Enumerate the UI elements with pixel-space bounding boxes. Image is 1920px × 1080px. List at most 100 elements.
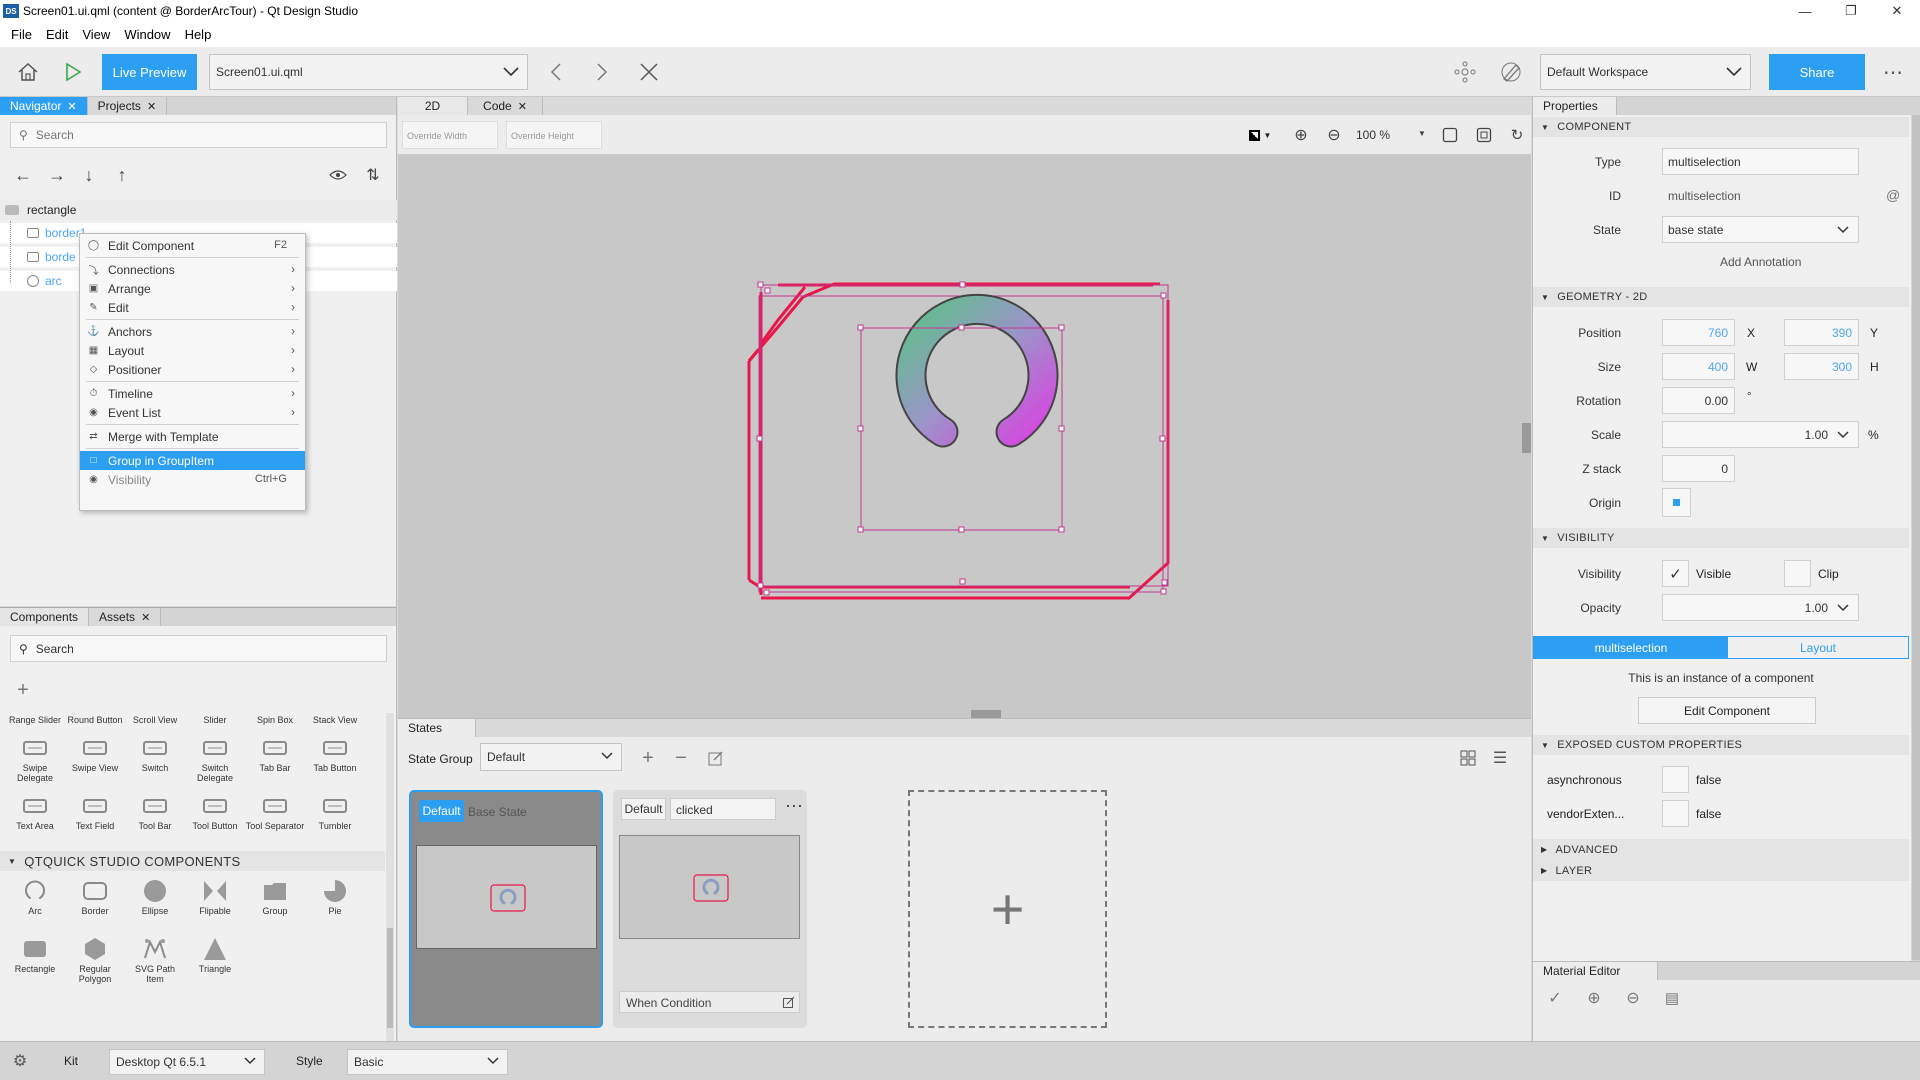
state-card-base[interactable]: Default Base State	[409, 790, 603, 1028]
tab-2d[interactable]: 2D	[398, 97, 468, 115]
state-selector[interactable]: base state	[1662, 216, 1859, 243]
exposed-property-checkbox[interactable]	[1662, 766, 1689, 793]
filter-visibility-icon[interactable]	[327, 165, 349, 185]
visible-checkbox[interactable]: ✓	[1662, 560, 1689, 587]
menu-item[interactable]: ◯ Edit Component F2	[80, 236, 305, 255]
tab-code[interactable]: Code ✕	[468, 97, 543, 115]
component-item[interactable]: Pie	[305, 876, 365, 934]
tab-properties[interactable]: Properties	[1533, 97, 1617, 115]
component-item[interactable]: Border	[65, 876, 125, 934]
component-item[interactable]: Tab Bar	[245, 733, 305, 791]
reset-view-icon[interactable]: ↻	[1507, 125, 1527, 145]
section-exposed[interactable]: ▼ EXPOSED CUSTOM PROPERTIES	[1533, 735, 1909, 755]
component-item[interactable]: Text Field	[65, 791, 125, 849]
section-advanced[interactable]: ▶ ADVANCED	[1533, 839, 1909, 860]
opacity-field[interactable]: 1.00	[1662, 594, 1859, 621]
border2-outline[interactable]	[758, 295, 1164, 593]
component-item[interactable]: Swipe View	[65, 733, 125, 791]
state-card-clicked[interactable]: Default clicked ⋯ When Condition	[613, 790, 807, 1028]
override-width-field[interactable]: Override Width	[402, 121, 498, 149]
clip-checkbox[interactable]	[1784, 560, 1811, 587]
component-item[interactable]: Tool Separator	[245, 791, 305, 849]
scrollbar[interactable]	[386, 713, 394, 1043]
component-item[interactable]: Text Area	[5, 791, 65, 849]
workspace-selector[interactable]: Default Workspace	[1540, 54, 1751, 90]
sort-icon[interactable]: ⇅	[362, 165, 384, 185]
fit-screen-icon[interactable]	[1440, 125, 1460, 145]
file-selector[interactable]: Screen01.ui.qml	[209, 54, 528, 90]
add-state-button[interactable]: +	[908, 790, 1107, 1028]
close-icon[interactable]: ✕	[1874, 0, 1920, 22]
edit-state-group-icon[interactable]	[707, 749, 725, 767]
move-down-icon[interactable]: ↓	[80, 165, 98, 185]
when-condition-field[interactable]: When Condition	[619, 991, 800, 1013]
menu-item[interactable]: ⏱ Timeline ›	[80, 384, 305, 403]
component-item[interactable]: Tumbler	[305, 791, 365, 849]
component-item[interactable]: Regular Polygon	[65, 934, 125, 992]
menu-help[interactable]: Help	[178, 27, 219, 42]
more-icon[interactable]: ⋯	[1880, 59, 1906, 85]
x-field[interactable]: 760	[1662, 319, 1735, 346]
tab-material-editor[interactable]: Material Editor	[1533, 962, 1658, 980]
height-field[interactable]: 300	[1784, 353, 1859, 380]
zoom-out-icon[interactable]: ⊖	[1324, 125, 1344, 145]
back-icon[interactable]	[546, 59, 566, 85]
add-state-group-icon[interactable]: +	[638, 747, 658, 769]
chevron-down-icon[interactable]: ▼	[1418, 129, 1426, 138]
tab-states[interactable]: States	[398, 719, 476, 737]
section-visibility[interactable]: ▼ VISIBILITY	[1533, 528, 1909, 548]
width-field[interactable]: 400	[1662, 353, 1735, 380]
design-canvas[interactable]	[398, 155, 1531, 718]
remove-state-group-icon[interactable]: −	[671, 747, 691, 769]
scale-field[interactable]: 1.00	[1662, 421, 1859, 448]
menu-item[interactable]: ▣ Arrange ›	[80, 279, 305, 298]
component-item[interactable]: Switch	[125, 733, 185, 791]
zoom-in-icon[interactable]: ⊕	[1291, 125, 1311, 145]
component-item[interactable]: Tool Bar	[125, 791, 185, 849]
section-geometry[interactable]: ▼ GEOMETRY - 2D	[1533, 287, 1909, 307]
component-item[interactable]: Rectangle	[5, 934, 65, 992]
edit-condition-icon[interactable]	[781, 994, 797, 1010]
selection-handles[interactable]	[756, 281, 1168, 596]
navigator-search[interactable]: ⚲ Search	[10, 122, 387, 148]
default-badge[interactable]: Default	[419, 800, 464, 822]
rotation-field[interactable]: 0.00	[1662, 387, 1735, 414]
component-item[interactable]: SVG Path Item	[125, 934, 185, 992]
menu-item[interactable]: ◇ Positioner ›	[80, 360, 305, 379]
fit-selection-icon[interactable]	[1474, 125, 1494, 145]
move-up-icon[interactable]: ↑	[113, 165, 131, 185]
tab-layout[interactable]: Layout	[1728, 637, 1908, 658]
grid-view-icon[interactable]	[1458, 748, 1478, 768]
close-icon[interactable]: ✕	[67, 100, 76, 113]
edit-annotations-icon[interactable]	[1498, 59, 1524, 85]
component-item[interactable]: Tool Button	[185, 791, 245, 849]
properties-scrollbar[interactable]	[1911, 115, 1920, 977]
alias-export-icon[interactable]: @	[1886, 187, 1900, 203]
style-selector[interactable]: Basic	[347, 1049, 508, 1075]
menu-item[interactable]: □ Group in GroupItem	[80, 451, 305, 470]
z-field[interactable]: 0	[1662, 455, 1735, 482]
run-icon[interactable]	[60, 59, 86, 85]
y-field[interactable]: 390	[1784, 319, 1859, 346]
material-library-icon[interactable]: ▤	[1662, 988, 1682, 1008]
close-document-icon[interactable]	[636, 59, 662, 85]
menu-item[interactable]: ⚓ Anchors ›	[80, 322, 305, 341]
components-search[interactable]: ⚲ Search	[10, 635, 387, 662]
component-item[interactable]: Group	[245, 876, 305, 934]
remove-material-icon[interactable]: ⊖	[1623, 988, 1643, 1008]
exposed-property-checkbox[interactable]	[1662, 800, 1689, 827]
add-module-icon[interactable]: +	[13, 679, 33, 701]
section-layer[interactable]: ▶ LAYER	[1533, 860, 1909, 881]
add-annotation-button[interactable]: Add Annotation	[1720, 255, 1801, 269]
close-icon[interactable]: ✕	[518, 100, 527, 113]
state-group-selector[interactable]: Default	[480, 743, 622, 771]
tree-root[interactable]: rectangle	[0, 200, 397, 220]
menu-item[interactable]: ✎ Edit ›	[80, 298, 305, 317]
edit-component-button[interactable]: Edit Component	[1638, 697, 1816, 724]
home-icon[interactable]	[14, 59, 42, 85]
menu-edit[interactable]: Edit	[39, 27, 75, 42]
component-item[interactable]: Tab Button	[305, 733, 365, 791]
component-item[interactable]: Switch Delegate	[185, 733, 245, 791]
share-button[interactable]: Share	[1769, 54, 1865, 90]
canvas-hscrollbar[interactable]	[971, 710, 1001, 718]
